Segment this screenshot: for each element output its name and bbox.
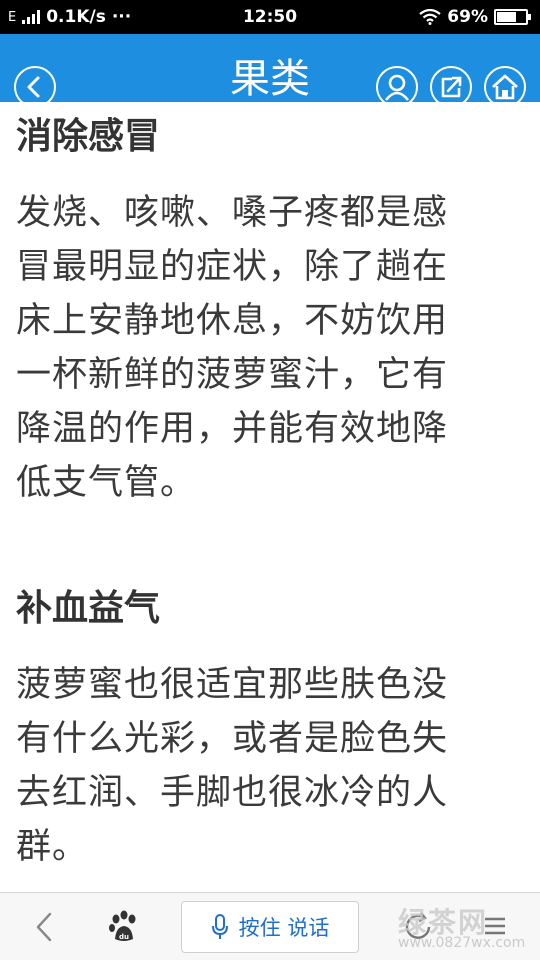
status-bar: E 0.1K/s ··· 12:50 69% — [0, 0, 540, 34]
paragraph-line: 床上安静地休息，不妨饮用 — [16, 301, 449, 341]
section-paragraph: 菠萝蜜也很适宜那些肤色没 有什么光彩，或者是脸色失 去红润、手脚也很冰冷的人 群… — [16, 658, 526, 874]
user-icon — [384, 74, 410, 101]
battery-fill — [497, 12, 517, 22]
battery-percent: 69% — [447, 7, 488, 27]
voice-input-button[interactable]: 按住 说话 — [181, 901, 359, 953]
paragraph-line: 去红润、手脚也很冰冷的人 — [16, 773, 449, 813]
watermark-url: www.0827wx.com — [398, 935, 526, 951]
paragraph-line: 群。 — [16, 827, 89, 867]
paragraph-line: 菠萝蜜也很适宜那些肤色没 — [16, 665, 449, 705]
voice-input-label: 按住 说话 — [238, 916, 330, 940]
paragraph-line: 冒最明显的症状，除了趟在 — [16, 247, 449, 287]
section-heading: 补血益气 — [16, 588, 161, 629]
paragraph-line: 发烧、咳嗽、嗓子疼都是感 — [16, 193, 449, 233]
microphone-icon — [211, 914, 228, 939]
status-right: 69% — [419, 0, 531, 34]
share-icon — [441, 76, 462, 98]
paragraph-line: 降温的作用，并能有效地降 — [16, 409, 449, 449]
svg-text:du: du — [119, 933, 129, 941]
paw-icon[interactable]: du — [106, 909, 142, 945]
chevron-left-icon[interactable] — [30, 911, 60, 943]
home-icon — [492, 74, 518, 100]
wifi-icon — [419, 9, 441, 25]
article-content: 消除感冒 发烧、咳嗽、嗓子疼都是感 冒最明显的症状，除了趟在 床上安静地休息，不… — [0, 102, 540, 892]
section-paragraph: 发烧、咳嗽、嗓子疼都是感 冒最明显的症状，除了趟在 床上安静地休息，不妨饮用 一… — [16, 186, 526, 510]
section-heading: 消除感冒 — [16, 116, 161, 157]
title-bar: 果类 — [0, 34, 540, 108]
battery-icon — [494, 9, 531, 25]
paragraph-line: 一杯新鲜的菠萝蜜汁，它有 — [16, 355, 449, 395]
bottom-toolbar: du 按住 说话 绿茶网 www.0827wx.com — [0, 892, 540, 960]
paragraph-line: 低支气管。 — [16, 463, 197, 503]
paragraph-line: 有什么光彩，或者是脸色失 — [16, 719, 449, 759]
